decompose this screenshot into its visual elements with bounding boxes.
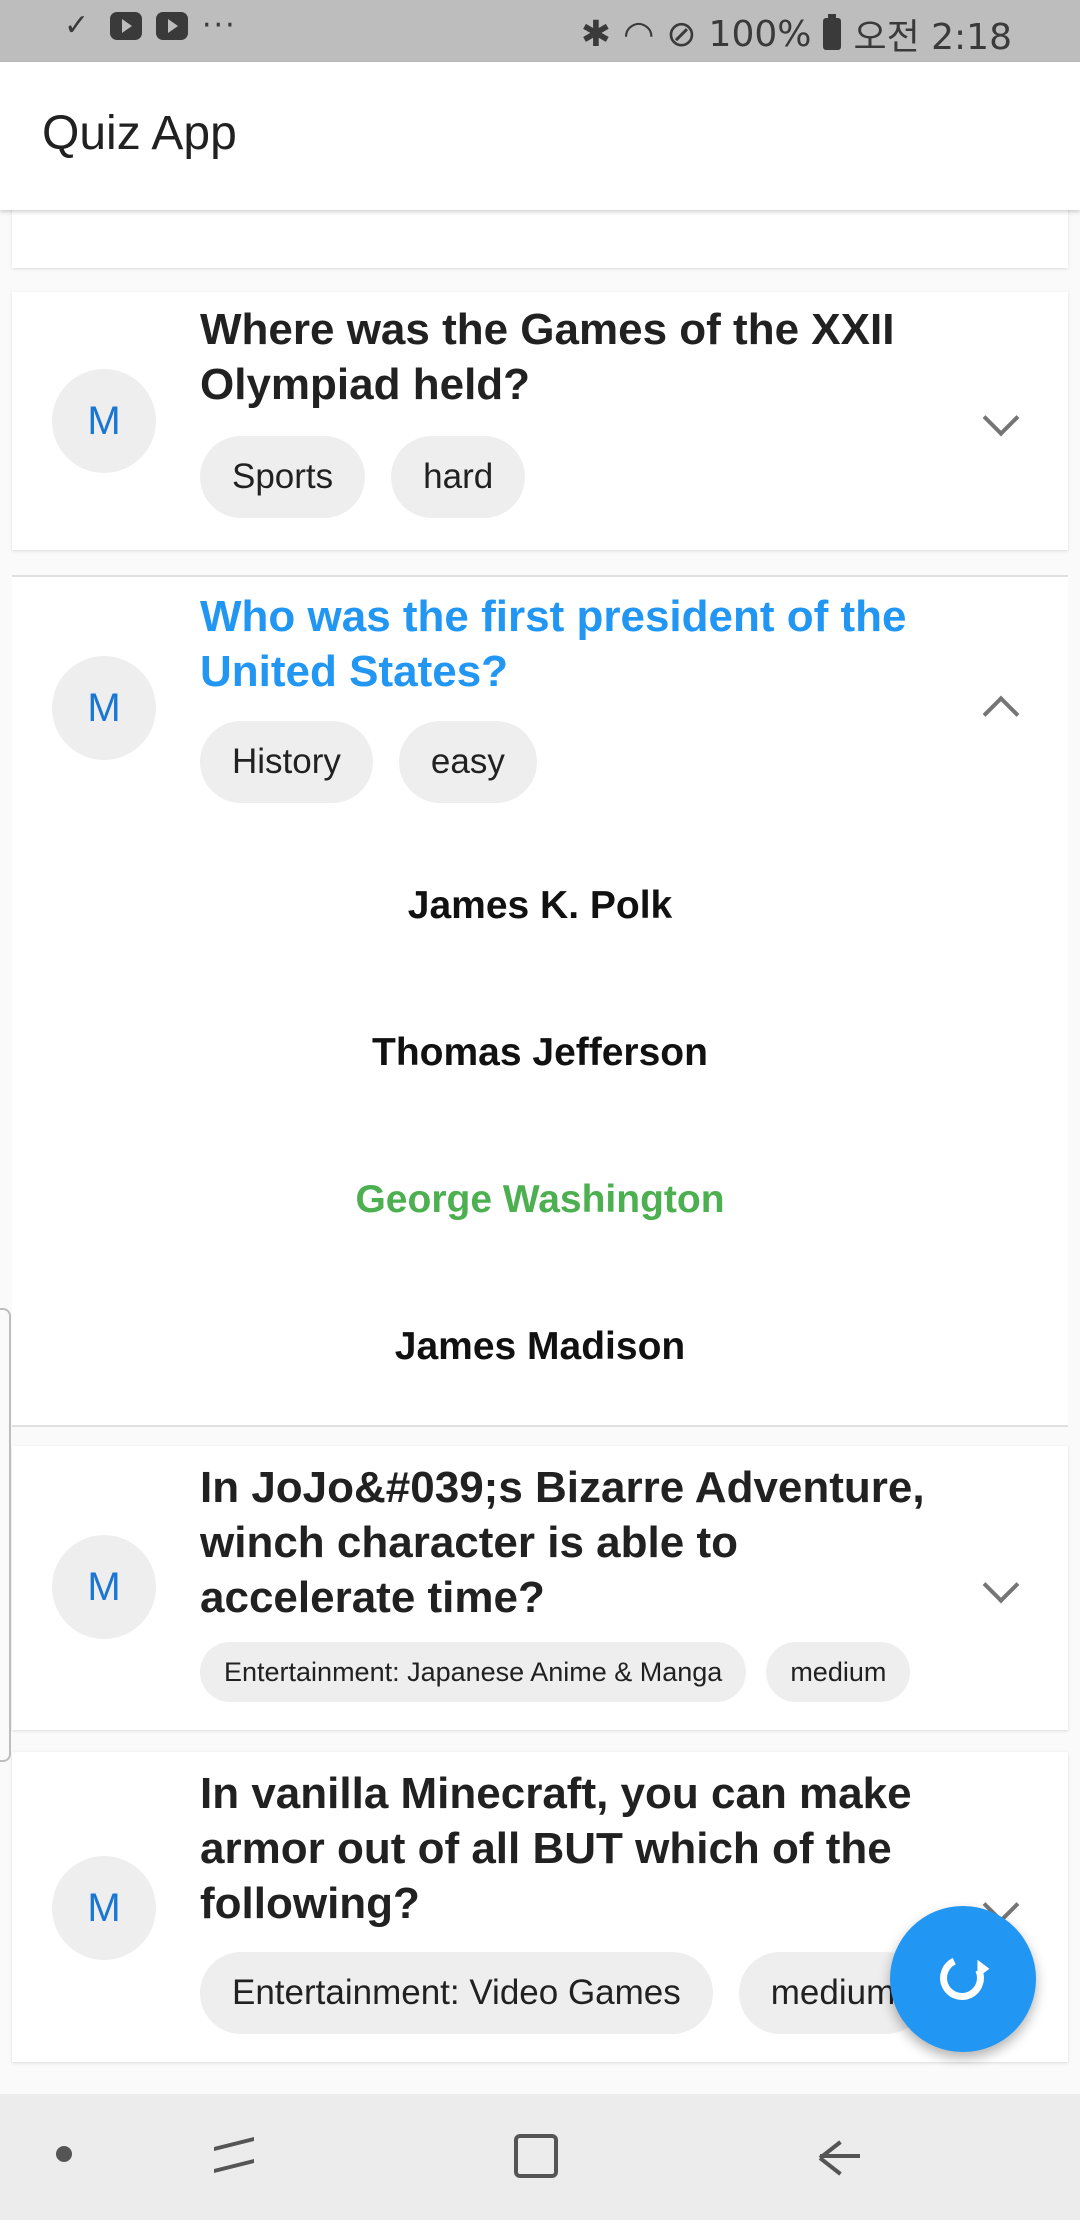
- category-chip: History: [200, 721, 373, 803]
- more-notifications-icon: ···: [202, 8, 237, 43]
- avatar: M: [52, 1856, 156, 1960]
- navigation-bar: [0, 2094, 1080, 2220]
- nav-dot-icon[interactable]: [56, 2146, 72, 2162]
- chevron-down-icon[interactable]: [982, 399, 1020, 437]
- home-button[interactable]: [514, 2134, 558, 2178]
- system-status: ✱ ◠ ⊘ 100% 오전 2:18: [581, 8, 1012, 60]
- wifi-icon: ◠: [622, 13, 655, 55]
- edge-panel-handle[interactable]: [0, 1308, 11, 1762]
- question-tags: Entertainment: Japanese Anime & Manga me…: [200, 1642, 911, 1702]
- app-title: Quiz App: [42, 107, 237, 160]
- avatar: M: [52, 369, 156, 473]
- question-tags: Sports hard: [200, 436, 526, 518]
- notification-icons: ✓ ···: [64, 8, 237, 43]
- avatar: M: [52, 656, 156, 760]
- youtube-icon: [156, 12, 188, 40]
- play-store-check-icon: ✓: [64, 8, 90, 43]
- category-chip: Entertainment: Japanese Anime & Manga: [200, 1642, 747, 1702]
- answer-option[interactable]: James K. Polk: [12, 884, 1068, 928]
- status-bar: ✓ ··· ✱ ◠ ⊘ 100% 오전 2:18: [0, 0, 1080, 62]
- app-bar: Quiz App: [0, 62, 1080, 210]
- answer-option[interactable]: Thomas Jefferson: [12, 1031, 1068, 1075]
- difficulty-chip: medium: [766, 1642, 911, 1702]
- chevron-down-icon[interactable]: [982, 1566, 1020, 1604]
- chevron-up-icon[interactable]: [982, 695, 1020, 733]
- question-tags: Entertainment: Video Games medium: [200, 1952, 928, 2034]
- category-chip: Entertainment: Video Games: [200, 1952, 713, 2034]
- difficulty-chip: easy: [398, 721, 537, 803]
- question-tags: History easy: [200, 721, 537, 803]
- battery-percent: 100%: [708, 13, 812, 55]
- do-not-disturb-icon: ⊘: [666, 13, 697, 55]
- question-title: Where was the Games of the XXII Olympiad…: [200, 305, 895, 409]
- answer-option-correct[interactable]: George Washington: [12, 1178, 1068, 1222]
- question-card[interactable]: M In JoJo&#039;s Bizarre Adventure, winc…: [12, 1446, 1068, 1730]
- refresh-button[interactable]: [890, 1906, 1036, 2052]
- recent-apps-button[interactable]: [210, 2134, 254, 2178]
- youtube-icon: [110, 12, 142, 40]
- question-title: Who was the first president of the Unite…: [200, 592, 907, 696]
- question-card[interactable]: M Where was the Games of the XXII Olympi…: [12, 292, 1068, 550]
- bluetooth-icon: ✱: [580, 13, 611, 55]
- clock: 오전 2:18: [853, 17, 1012, 58]
- question-card-expanded[interactable]: M Who was the first president of the Uni…: [12, 575, 1068, 1427]
- category-chip: Sports: [200, 436, 366, 518]
- back-button[interactable]: [818, 2136, 862, 2176]
- answer-option[interactable]: James Madison: [12, 1325, 1068, 1369]
- question-title: In JoJo&#039;s Bizarre Adventure, winch …: [200, 1463, 925, 1622]
- question-title: In vanilla Minecraft, you can make armor…: [200, 1769, 912, 1928]
- refresh-icon: [933, 1949, 991, 2007]
- battery-icon: [823, 14, 842, 50]
- difficulty-chip: hard: [391, 436, 526, 518]
- avatar: M: [52, 1535, 156, 1639]
